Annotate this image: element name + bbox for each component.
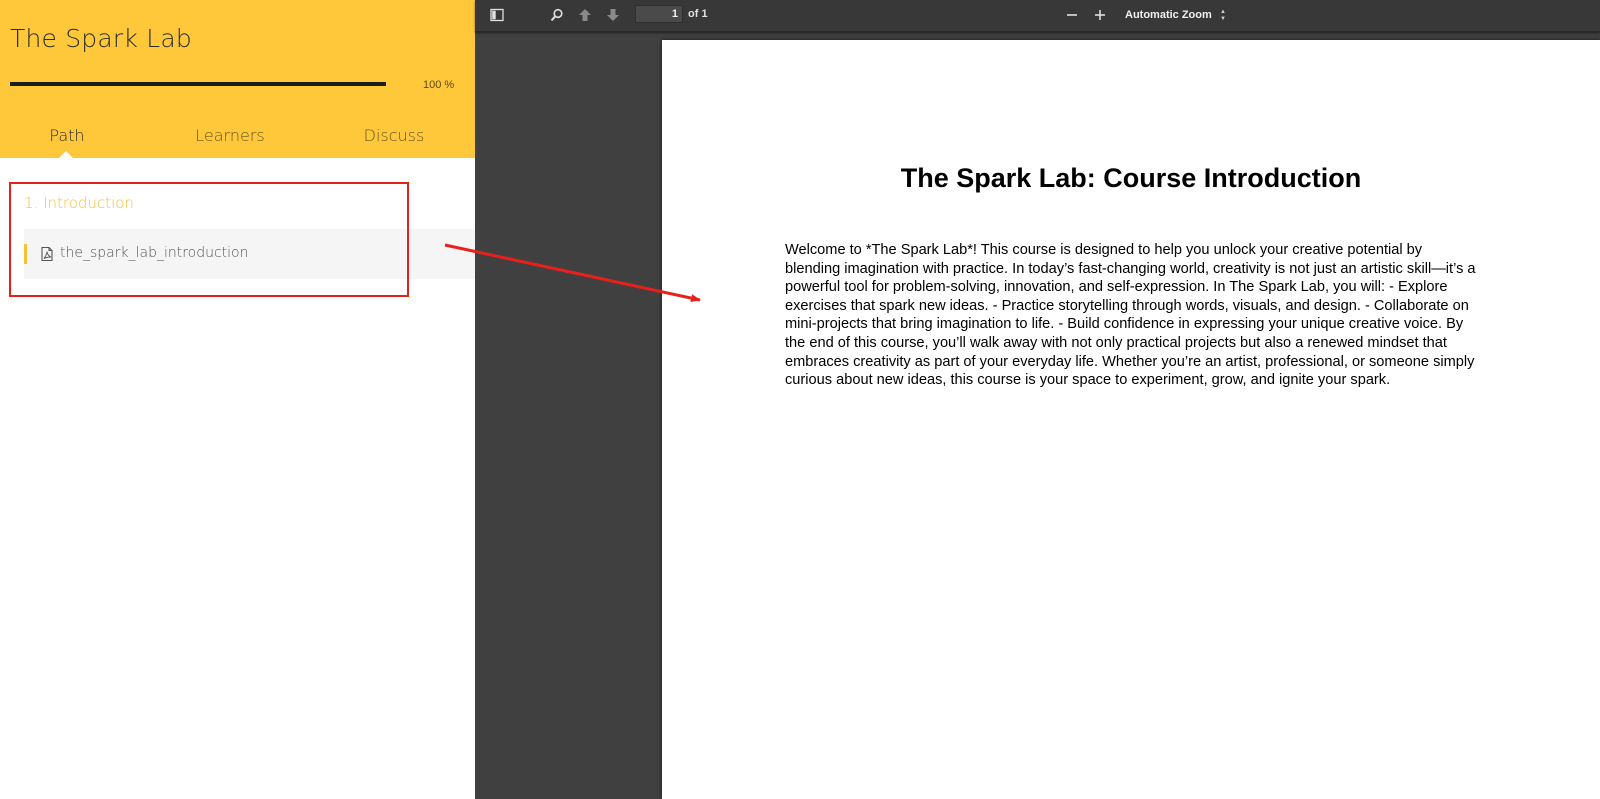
document-body: Welcome to *The Spark Lab*! This course …: [785, 242, 1476, 389]
arrow-up-icon[interactable]: [575, 6, 595, 24]
document-title: The Spark Lab: Course Introduction: [900, 163, 1362, 193]
tab-path[interactable]: Path: [7, 126, 127, 145]
course-title: The Spark Lab: [10, 24, 192, 53]
page-count: of 1: [688, 8, 708, 20]
pdf-toolbar: of 1 Automatic Zoom ▲▼: [475, 0, 1600, 32]
plus-icon[interactable]: [1090, 6, 1110, 24]
pdf-viewer: of 1 Automatic Zoom ▲▼ The Spark Lab: Co…: [475, 0, 1600, 799]
pdf-page: The Spark Lab: Course Introduction Welco…: [662, 40, 1600, 799]
lesson-label: the_spark_lab_introduction: [60, 245, 249, 261]
arrow-down-icon[interactable]: [603, 6, 623, 24]
progress-label: 100 %: [423, 79, 455, 91]
progress-bar: [10, 82, 386, 86]
minus-icon[interactable]: [1062, 6, 1082, 24]
tab-learners[interactable]: Learners: [170, 126, 290, 145]
active-lesson-marker: [24, 244, 27, 264]
zoom-select[interactable]: Automatic Zoom ▲ ▼: [1118, 6, 1232, 25]
search-icon[interactable]: [547, 6, 567, 24]
zoom-select-label: Automatic Zoom: [1125, 9, 1212, 21]
course-header: The Spark Lab 100 % Path Learners Discus…: [0, 0, 475, 159]
progress-bar-fill: [10, 82, 386, 86]
course-panel: The Spark Lab 100 % Path Learners Discus…: [0, 0, 475, 799]
lesson-item[interactable]: the_spark_lab_introduction: [24, 229, 475, 279]
chevron-updown-icon: ▲ ▼: [1220, 9, 1226, 22]
active-tab-indicator: [58, 151, 74, 159]
section-title[interactable]: 1. Introduction: [24, 194, 134, 212]
sidebar-toggle-icon[interactable]: [487, 6, 507, 24]
tab-discuss[interactable]: Discuss: [334, 126, 454, 145]
page-number-input[interactable]: [635, 5, 683, 23]
pdf-icon: [41, 246, 53, 262]
